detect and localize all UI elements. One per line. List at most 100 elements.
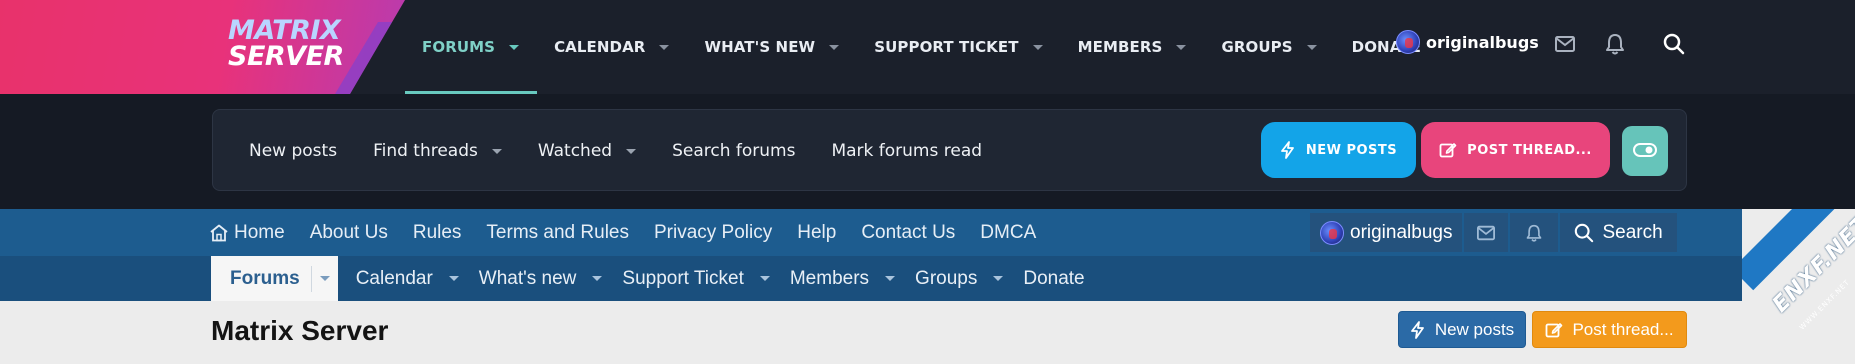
light-theme-preview: Home About Us Rules Terms and Rules Priv… xyxy=(0,209,1742,364)
chevron-down-icon[interactable] xyxy=(1306,44,1317,50)
quicklink-label: Watched xyxy=(537,141,613,161)
post-thread-button[interactable]: POST THREAD... xyxy=(1421,122,1610,178)
tab-label: Forums xyxy=(230,267,300,289)
quicklink-label: Mark forums read xyxy=(831,141,983,161)
nav-support-ticket-label: SUPPORT TICKET xyxy=(874,38,1019,56)
bell-icon[interactable] xyxy=(1510,213,1559,252)
home-link[interactable]: Home xyxy=(209,222,285,244)
chevron-down-icon[interactable] xyxy=(1176,44,1187,50)
post-thread-label: Post thread... xyxy=(1572,319,1674,339)
chevron-down-icon[interactable] xyxy=(885,276,896,281)
tab-divider xyxy=(310,265,312,292)
chevron-down-icon[interactable] xyxy=(448,276,459,281)
site-logo[interactable]: MATRIX SERVER xyxy=(0,0,405,94)
nav-whats-new-label: WHAT'S NEW xyxy=(704,38,816,56)
tab-label: Members xyxy=(789,267,870,289)
nav-support-ticket[interactable]: SUPPORT TICKET xyxy=(857,0,1060,94)
secondary-user-area: originalbugs Search xyxy=(1310,213,1679,252)
link-help[interactable]: Help xyxy=(797,222,836,244)
tab-members[interactable]: Members xyxy=(790,256,915,301)
quicklink-new-posts[interactable]: New posts xyxy=(249,141,337,161)
bolt-icon xyxy=(1410,320,1426,339)
chevron-down-icon[interactable] xyxy=(759,276,770,281)
quick-links: New posts Find threads Watched Search fo… xyxy=(249,110,1018,192)
username: originalbugs xyxy=(1350,221,1453,243)
nav-groups-label: GROUPS xyxy=(1221,38,1293,56)
chevron-down-icon[interactable] xyxy=(659,44,670,50)
tab-label: Calendar xyxy=(355,267,433,289)
nav-whats-new[interactable]: WHAT'S NEW xyxy=(687,0,857,94)
top-navbar: MATRIX SERVER FORUMS CALENDAR WHAT'S NEW… xyxy=(0,0,1855,94)
logo-line2: SERVER xyxy=(228,41,344,72)
chevron-down-icon[interactable] xyxy=(491,148,502,154)
nav-groups[interactable]: GROUPS xyxy=(1204,0,1334,94)
theme-toggle[interactable] xyxy=(1622,126,1668,176)
envelope-icon[interactable] xyxy=(1464,213,1509,252)
quicklink-find-threads[interactable]: Find threads xyxy=(373,141,502,161)
envelope-icon[interactable] xyxy=(1554,33,1576,59)
search-label: Search xyxy=(1602,221,1663,243)
link-rules[interactable]: Rules xyxy=(413,222,462,244)
chevron-down-icon[interactable] xyxy=(626,148,637,154)
link-privacy[interactable]: Privacy Policy xyxy=(654,222,772,244)
secondary-user-menu[interactable]: originalbugs xyxy=(1310,213,1463,252)
page-title: Matrix Server xyxy=(211,315,389,346)
tab-forums[interactable]: Forums xyxy=(211,256,338,301)
home-label: Home xyxy=(234,221,285,243)
logo-text: MATRIX SERVER xyxy=(228,17,344,72)
user-menu[interactable]: originalbugs xyxy=(1396,30,1539,54)
nav-forums[interactable]: FORUMS xyxy=(405,0,538,94)
tab-label: Donate xyxy=(1023,267,1085,289)
post-thread-button-light[interactable]: Post thread... xyxy=(1532,311,1687,348)
quicklink-search-forums[interactable]: Search forums xyxy=(672,141,795,161)
nav-calendar-label: CALENDAR xyxy=(554,38,646,56)
toggle-icon xyxy=(1633,142,1657,161)
forum-tabs-bar: Forums Calendar What's new Support Ticke… xyxy=(0,256,1742,301)
tab-calendar[interactable]: Calendar xyxy=(356,256,479,301)
quicklink-mark-read[interactable]: Mark forums read xyxy=(831,141,982,161)
tab-support-ticket[interactable]: Support Ticket xyxy=(622,256,789,301)
new-posts-button-light[interactable]: New posts xyxy=(1398,311,1526,348)
search-icon[interactable] xyxy=(1663,33,1685,59)
tab-whats-new[interactable]: What's new xyxy=(479,256,623,301)
nav-members-label: MEMBERS xyxy=(1077,38,1163,56)
edit-icon xyxy=(1439,141,1457,159)
quick-links-bar: New posts Find threads Watched Search fo… xyxy=(212,109,1687,191)
new-posts-label: NEW POSTS xyxy=(1305,142,1398,158)
nav-calendar[interactable]: CALENDAR xyxy=(537,0,687,94)
tab-label: Groups xyxy=(915,267,978,289)
nav-members[interactable]: MEMBERS xyxy=(1061,0,1205,94)
quicklink-label: Search forums xyxy=(672,141,796,161)
chevron-down-icon[interactable] xyxy=(319,276,330,281)
quicklink-label: New posts xyxy=(249,141,338,161)
quicklink-label: Find threads xyxy=(373,141,478,161)
home-icon xyxy=(209,224,229,242)
link-about-us[interactable]: About Us xyxy=(310,222,388,244)
search-icon xyxy=(1574,223,1594,243)
secondary-links: Home About Us Rules Terms and Rules Priv… xyxy=(209,209,1061,256)
tab-groups[interactable]: Groups xyxy=(915,256,1023,301)
username: originalbugs xyxy=(1426,32,1539,52)
chevron-down-icon[interactable] xyxy=(829,44,840,50)
chevron-down-icon[interactable] xyxy=(993,276,1004,281)
link-terms[interactable]: Terms and Rules xyxy=(486,222,629,244)
search-button[interactable]: Search xyxy=(1560,213,1677,252)
tab-donate[interactable]: Donate xyxy=(1023,256,1104,301)
forum-tabs: Forums Calendar What's new Support Ticke… xyxy=(211,256,1105,301)
chevron-down-icon[interactable] xyxy=(509,44,520,50)
secondary-navbar: Home About Us Rules Terms and Rules Priv… xyxy=(0,209,1742,256)
avatar xyxy=(1320,220,1344,245)
new-posts-label: New posts xyxy=(1434,319,1515,339)
tab-label: Support Ticket xyxy=(622,267,744,289)
link-contact[interactable]: Contact Us xyxy=(861,222,955,244)
new-posts-button[interactable]: NEW POSTS xyxy=(1261,122,1416,178)
link-dmca[interactable]: DMCA xyxy=(980,222,1036,244)
quicklink-watched[interactable]: Watched xyxy=(537,141,637,161)
bell-icon[interactable] xyxy=(1604,33,1626,59)
chevron-down-icon[interactable] xyxy=(592,276,603,281)
chevron-down-icon[interactable] xyxy=(1032,44,1043,50)
nav-forums-label: FORUMS xyxy=(422,38,496,56)
primary-nav: FORUMS CALENDAR WHAT'S NEW SUPPORT TICKE… xyxy=(405,0,1439,94)
edit-icon xyxy=(1545,321,1563,339)
bolt-icon xyxy=(1280,141,1296,159)
